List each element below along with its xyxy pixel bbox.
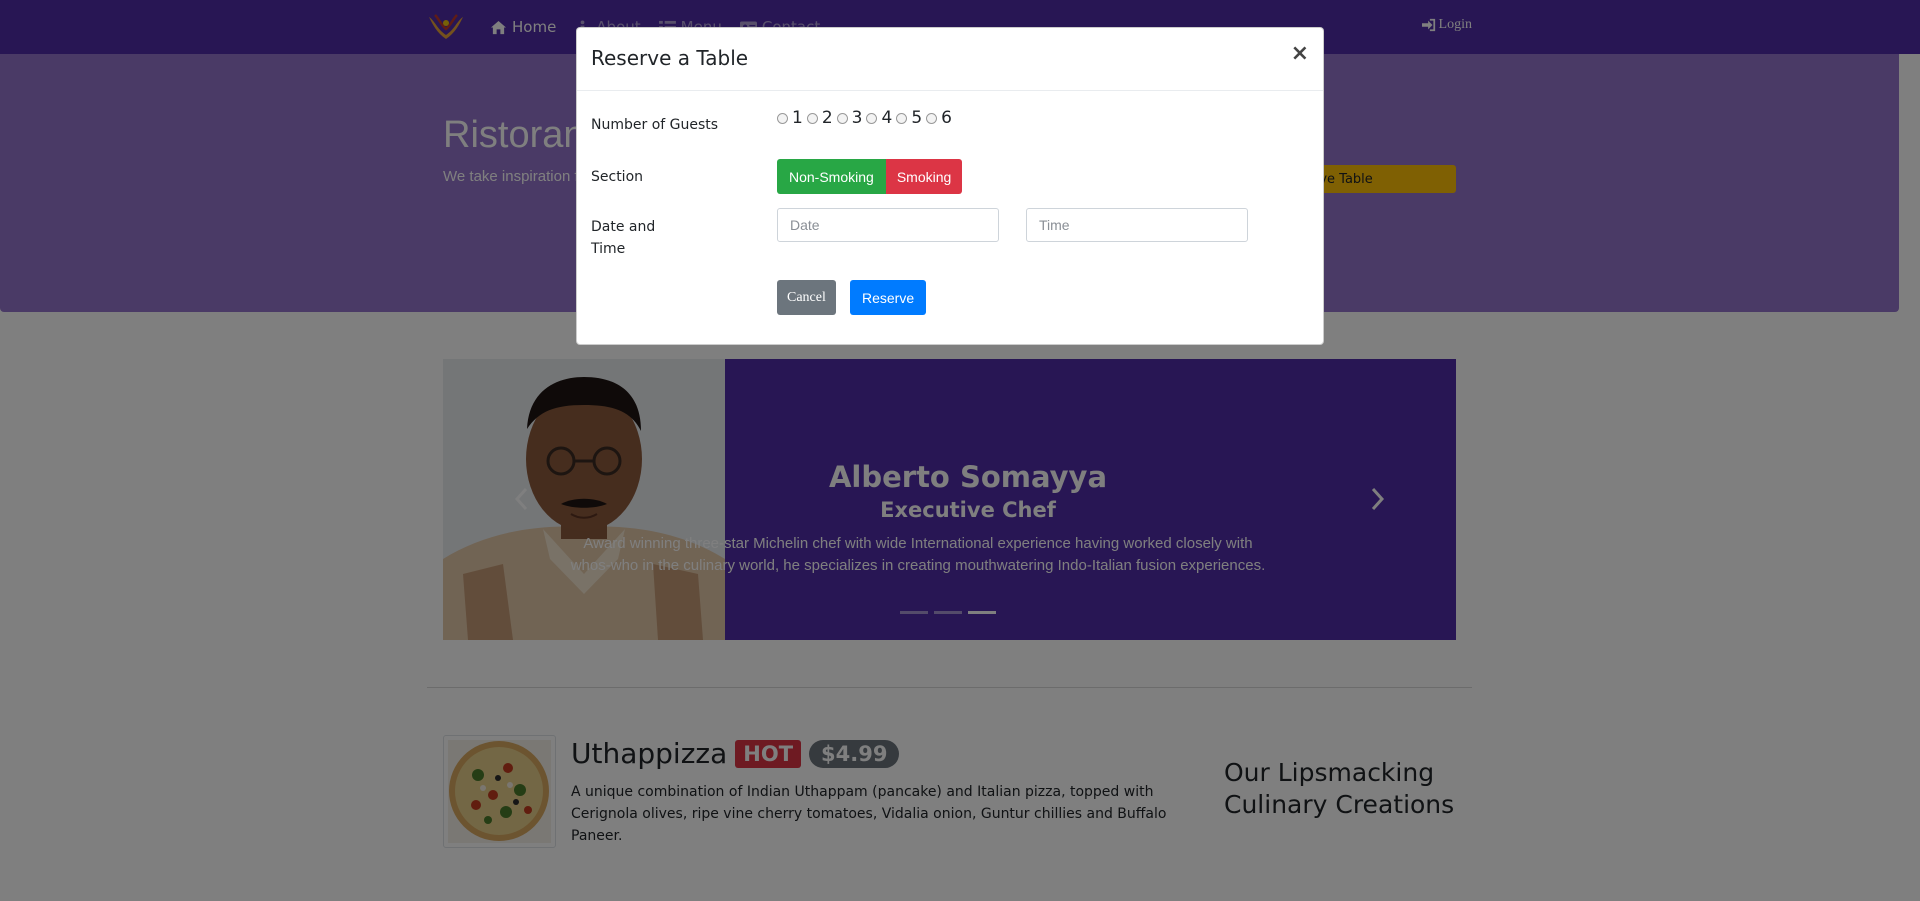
non-smoking-button[interactable]: Non-Smoking: [777, 159, 886, 194]
close-button[interactable]: ×: [1291, 42, 1309, 66]
section-label: Section: [591, 169, 644, 185]
radio-button[interactable]: [777, 112, 788, 124]
guest-option-label: 5: [911, 108, 923, 128]
modal-header: Reserve a Table ×: [577, 28, 1323, 91]
guest-option-label: 4: [881, 108, 893, 128]
radio-button[interactable]: [866, 112, 878, 124]
guests-label: Number of Guests: [591, 117, 719, 133]
guest-option-label: 3: [851, 108, 863, 128]
guest-option[interactable]: 3: [836, 108, 863, 128]
guest-option-label: 6: [941, 108, 952, 128]
section-toggle: Non-Smoking Smoking: [777, 159, 963, 194]
guest-option[interactable]: 4: [866, 108, 892, 128]
reserve-button[interactable]: Reserve: [850, 280, 927, 315]
guest-option[interactable]: 1: [777, 108, 803, 128]
guest-option[interactable]: 6: [926, 108, 952, 128]
guest-option[interactable]: 2: [806, 108, 833, 128]
guest-option[interactable]: 5: [896, 108, 922, 128]
modal-title: Reserve a Table: [591, 46, 749, 70]
date-input[interactable]: [777, 208, 999, 242]
cancel-button[interactable]: Cancel: [777, 280, 836, 315]
reserve-modal: Reserve a Table × Number of Guests 1 2 3…: [576, 27, 1324, 345]
datetime-label: Date and Time: [591, 219, 656, 257]
guest-option-label: 1: [792, 108, 803, 128]
guests-radio-group: 1 2 3 4 5 6: [777, 108, 956, 128]
radio-button[interactable]: [806, 112, 818, 124]
guest-option-label: 2: [821, 108, 833, 128]
time-input[interactable]: [1026, 208, 1248, 242]
smoking-button[interactable]: Smoking: [885, 159, 963, 194]
radio-button[interactable]: [896, 112, 908, 124]
radio-button[interactable]: [926, 112, 938, 124]
radio-button[interactable]: [836, 112, 848, 124]
